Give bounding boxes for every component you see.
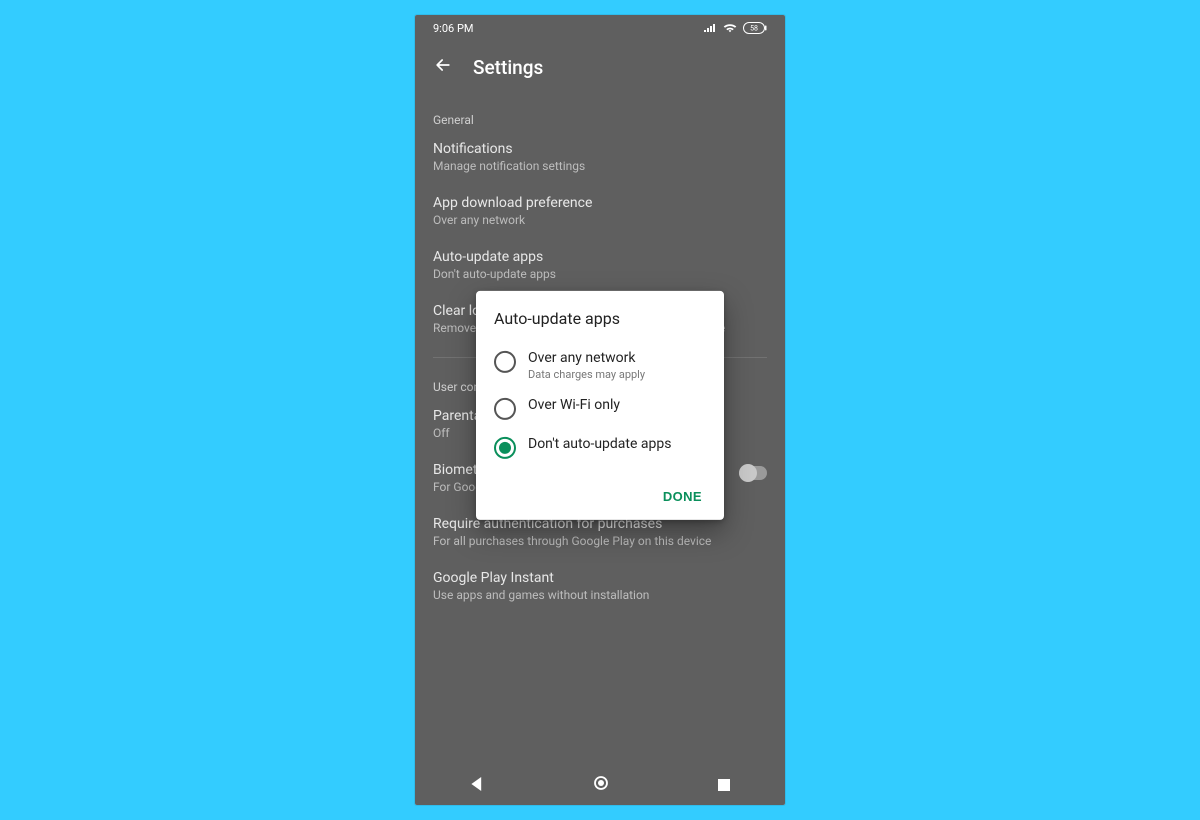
item-subtitle: Use apps and games without installation (433, 588, 767, 602)
option-over-any-network[interactable]: Over any network Data charges may apply (494, 342, 706, 389)
item-subtitle: Over any network (433, 213, 767, 227)
item-notifications[interactable]: Notifications Manage notification settin… (433, 141, 767, 173)
radio-checked-icon (494, 437, 516, 459)
done-button[interactable]: DONE (659, 483, 706, 510)
item-auto-update[interactable]: Auto-update apps Don't auto-update apps (433, 249, 767, 281)
section-label-general: General (433, 113, 767, 127)
dialog-title: Auto-update apps (494, 309, 706, 328)
item-title: Auto-update apps (433, 249, 767, 265)
radio-unchecked-icon (494, 398, 516, 420)
dialog-actions: DONE (494, 483, 706, 510)
item-title: Google Play Instant (433, 570, 767, 586)
stage: 9:06 PM 58 Settings (0, 0, 1200, 820)
option-label: Don't auto-update apps (528, 436, 671, 452)
system-nav-bar (415, 765, 785, 805)
item-title: Notifications (433, 141, 767, 157)
option-desc: Data charges may apply (528, 368, 645, 381)
option-label: Over any network (528, 350, 645, 366)
toggle-off-icon[interactable] (739, 466, 767, 480)
nav-home-icon[interactable] (593, 775, 609, 795)
app-bar: Settings (415, 41, 785, 95)
wifi-icon (723, 23, 737, 33)
item-subtitle: For all purchases through Google Play on… (433, 534, 767, 548)
option-wifi-only[interactable]: Over Wi-Fi only (494, 389, 706, 428)
option-dont-auto-update[interactable]: Don't auto-update apps (494, 428, 706, 467)
back-icon[interactable] (433, 55, 453, 79)
item-title: App download preference (433, 195, 767, 211)
item-require-auth[interactable]: Require authentication for purchases For… (433, 516, 767, 548)
page-title: Settings (473, 56, 543, 79)
status-bar: 9:06 PM 58 (415, 15, 785, 41)
item-download-preference[interactable]: App download preference Over any network (433, 195, 767, 227)
auto-update-dialog: Auto-update apps Over any network Data c… (476, 291, 724, 520)
nav-back-icon[interactable] (470, 776, 484, 795)
item-subtitle: Don't auto-update apps (433, 267, 767, 281)
nav-recents-icon[interactable] (718, 776, 730, 795)
item-play-instant[interactable]: Google Play Instant Use apps and games w… (433, 570, 767, 602)
battery-pct: 58 (750, 25, 758, 33)
item-subtitle: Manage notification settings (433, 159, 767, 173)
radio-unchecked-icon (494, 351, 516, 373)
status-time: 9:06 PM (433, 22, 473, 35)
battery-icon: 58 (743, 22, 767, 34)
option-label: Over Wi-Fi only (528, 397, 620, 413)
phone-frame: 9:06 PM 58 Settings (415, 15, 785, 805)
signal-icon (703, 23, 717, 33)
status-icons: 58 (703, 22, 767, 34)
